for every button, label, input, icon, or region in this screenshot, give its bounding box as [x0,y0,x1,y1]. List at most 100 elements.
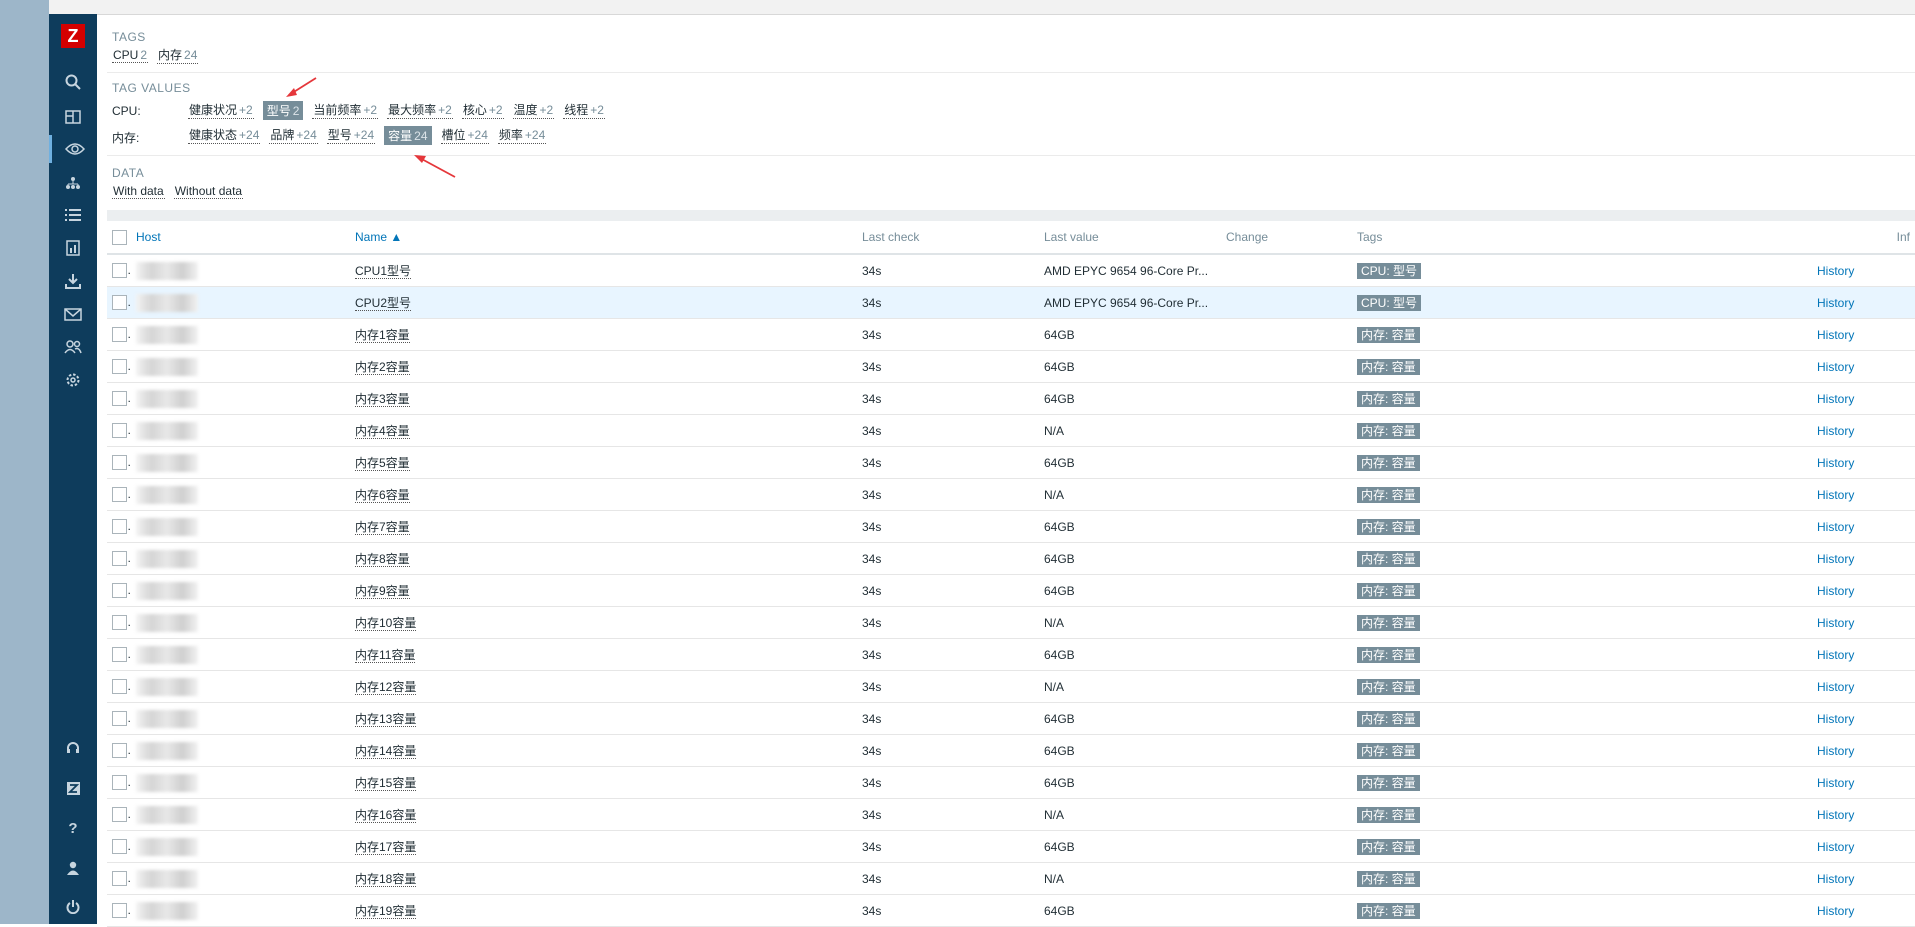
users-icon[interactable] [59,333,87,361]
table-row[interactable]: 内存4容量 34s N/A 内存: 容量 History [107,414,1915,447]
host-name-redacted[interactable] [136,485,198,504]
item-name-link[interactable]: 内存17容量 [355,840,417,855]
item-tag-badge[interactable]: 内存: 容量 [1357,902,1420,919]
item-tag-badge[interactable]: 内存: 容量 [1357,806,1420,823]
history-link[interactable]: History [1817,456,1854,470]
table-row[interactable]: 内存19容量 34s 64GB 内存: 容量 History [107,894,1915,927]
support-headset-icon[interactable] [59,734,87,762]
table-row[interactable]: 内存11容量 34s 64GB 内存: 容量 History [107,638,1915,671]
row-checkbox[interactable] [112,839,127,855]
table-row[interactable]: 内存3容量 34s 64GB 内存: 容量 History [107,382,1915,415]
history-link[interactable]: History [1817,552,1854,566]
row-checkbox[interactable] [112,743,127,759]
table-row[interactable]: 内存10容量 34s N/A 内存: 容量 History [107,606,1915,639]
row-checkbox[interactable] [112,871,127,887]
tag-value-chip[interactable]: 槽位 +24 [440,126,489,144]
item-tag-badge[interactable]: 内存: 容量 [1357,742,1420,759]
table-row[interactable]: 内存12容量 34s N/A 内存: 容量 History [107,670,1915,703]
inventory-list-icon[interactable] [59,201,87,229]
item-tag-badge[interactable]: 内存: 容量 [1357,454,1420,471]
history-link[interactable]: History [1817,744,1854,758]
row-checkbox[interactable] [112,807,127,823]
host-name-redacted[interactable] [136,261,198,280]
item-name-link[interactable]: 内存16容量 [355,808,417,823]
item-name-link[interactable]: 内存7容量 [355,520,410,535]
without-data-option[interactable]: Without data [173,184,244,199]
item-tag-badge[interactable]: 内存: 容量 [1357,614,1420,631]
row-checkbox[interactable] [112,327,127,343]
name-column-header[interactable]: Name ▲ [350,221,857,255]
history-link[interactable]: History [1817,488,1854,502]
history-link[interactable]: History [1817,648,1854,662]
host-name-redacted[interactable] [136,421,198,440]
item-tag-badge[interactable]: 内存: 容量 [1357,710,1420,727]
tag-chip-memory[interactable]: 内存 24 [157,46,199,64]
tag-value-chip[interactable]: 温度 +2 [512,101,555,119]
data-collection-icon[interactable] [59,267,87,295]
table-row[interactable]: 内存17容量 34s 64GB 内存: 容量 History [107,830,1915,863]
table-row[interactable]: 内存18容量 34s N/A 内存: 容量 History [107,862,1915,895]
row-checkbox[interactable] [112,423,127,439]
row-checkbox[interactable] [112,391,127,407]
tag-value-chip[interactable]: 型号 2 [262,100,304,120]
table-row[interactable]: 内存15容量 34s 64GB 内存: 容量 History [107,766,1915,799]
row-checkbox[interactable] [112,455,127,471]
item-tag-badge[interactable]: 内存: 容量 [1357,358,1420,375]
host-name-redacted[interactable] [136,549,198,568]
item-name-link[interactable]: 内存6容量 [355,488,410,503]
tag-value-chip[interactable]: 健康状态 +24 [188,126,261,144]
row-checkbox[interactable] [112,615,127,631]
item-name-link[interactable]: 内存18容量 [355,872,417,887]
history-link[interactable]: History [1817,360,1854,374]
item-name-link[interactable]: 内存15容量 [355,776,417,791]
table-row[interactable]: 内存1容量 34s 64GB 内存: 容量 History [107,318,1915,351]
table-row[interactable]: CPU2型号 34s AMD EPYC 9654 96-Core Pr... CPU:… [107,286,1915,319]
host-name-redacted[interactable] [136,709,198,728]
item-name-link[interactable]: 内存19容量 [355,904,417,919]
item-name-link[interactable]: 内存2容量 [355,360,410,375]
host-name-redacted[interactable] [136,581,198,600]
monitoring-eye-icon[interactable] [49,135,97,163]
item-tag-badge[interactable]: CPU: 型号 [1357,294,1422,311]
row-checkbox[interactable] [112,711,127,727]
tag-value-chip[interactable]: 线程 +2 [563,101,605,119]
host-name-redacted[interactable] [136,805,198,824]
host-name-redacted[interactable] [136,325,198,344]
tag-value-chip[interactable]: 核心 +2 [461,101,504,119]
item-tag-badge[interactable]: 内存: 容量 [1357,390,1420,407]
history-link[interactable]: History [1817,872,1854,886]
item-tag-badge[interactable]: CPU: 型号 [1357,262,1422,279]
item-tag-badge[interactable]: 内存: 容量 [1357,326,1420,343]
tag-value-chip[interactable]: 品牌 +24 [269,126,318,144]
item-tag-badge[interactable]: 内存: 容量 [1357,550,1420,567]
item-tag-badge[interactable]: 内存: 容量 [1357,422,1420,439]
item-name-link[interactable]: 内存3容量 [355,392,410,407]
tag-chip-cpu[interactable]: CPU 2 [112,48,149,63]
zabbix-logo[interactable]: Z [61,24,85,48]
item-name-link[interactable]: CPU1型号 [355,264,412,279]
network-map-icon[interactable] [59,169,87,197]
history-link[interactable]: History [1817,680,1854,694]
history-link[interactable]: History [1817,904,1854,918]
tag-value-chip[interactable]: 健康状况 +2 [188,101,254,119]
table-row[interactable]: 内存14容量 34s 64GB 内存: 容量 History [107,734,1915,767]
row-checkbox[interactable] [112,903,127,919]
item-tag-badge[interactable]: 内存: 容量 [1357,518,1420,535]
row-checkbox[interactable] [112,551,127,567]
item-tag-badge[interactable]: 内存: 容量 [1357,774,1420,791]
settings-gear-icon[interactable] [59,366,87,394]
tag-value-chip[interactable]: 最大频率 +2 [387,101,453,119]
item-tag-badge[interactable]: 内存: 容量 [1357,646,1420,663]
history-link[interactable]: History [1817,424,1854,438]
host-column-header[interactable]: Host [131,221,350,255]
row-checkbox[interactable] [112,519,127,535]
history-link[interactable]: History [1817,808,1854,822]
history-link[interactable]: History [1817,840,1854,854]
row-checkbox[interactable] [112,263,127,279]
history-link[interactable]: History [1817,264,1854,278]
item-tag-badge[interactable]: 内存: 容量 [1357,870,1420,887]
row-checkbox[interactable] [112,487,127,503]
history-link[interactable]: History [1817,584,1854,598]
table-row[interactable]: CPU1型号 34s AMD EPYC 9654 96-Core Pr... CPU:… [107,254,1915,287]
host-name-redacted[interactable] [136,293,198,312]
